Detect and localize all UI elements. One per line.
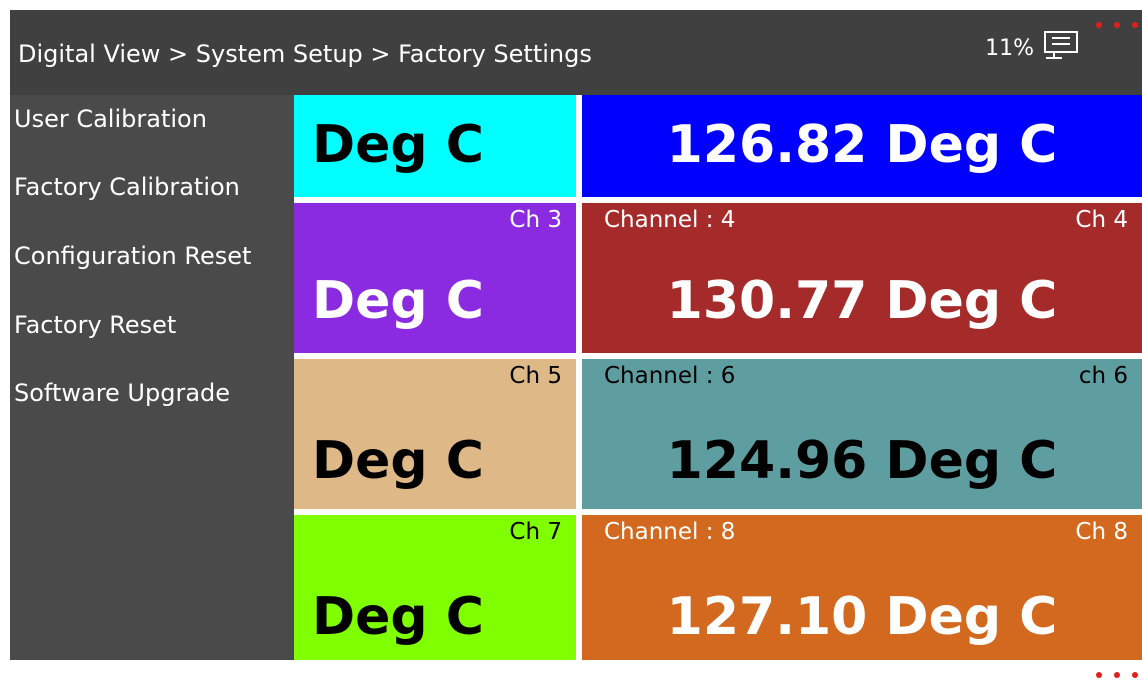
status-area: 11% xyxy=(985,30,1080,66)
channel-tile-7[interactable]: Ch 7 Deg C xyxy=(294,515,576,660)
overflow-menu-icon[interactable] xyxy=(1082,14,1142,34)
channel-label: Channel : 4 xyxy=(604,207,736,233)
monitor-network-icon[interactable] xyxy=(1042,30,1080,66)
channel-tile-2[interactable]: 126.82 Deg C xyxy=(582,95,1142,197)
channel-tile-1[interactable]: Deg C xyxy=(294,95,576,197)
channel-value: 127.10 Deg C xyxy=(666,587,1058,647)
sidebar-item-configuration-reset[interactable]: Configuration Reset xyxy=(14,242,251,270)
sidebar-item-factory-reset[interactable]: Factory Reset xyxy=(14,311,176,339)
channel-tile-3[interactable]: Ch 3 Deg C xyxy=(294,203,576,353)
sidebar: User Calibration Factory Calibration Con… xyxy=(10,95,293,660)
channel-tile-5[interactable]: Ch 5 Deg C xyxy=(294,359,576,509)
channel-grid: Deg C 126.82 Deg C Ch 3 Deg C Channel : … xyxy=(294,95,1142,660)
channel-tile-6[interactable]: Channel : 6 ch 6 124.96 Deg C xyxy=(582,359,1142,509)
channel-value: 130.77 Deg C xyxy=(666,271,1058,331)
channel-tag: Ch 8 xyxy=(1075,519,1128,545)
channel-value: Deg C xyxy=(312,271,484,331)
sidebar-item-user-calibration[interactable]: User Calibration xyxy=(14,105,207,133)
channel-tile-4[interactable]: Channel : 4 Ch 4 130.77 Deg C xyxy=(582,203,1142,353)
sidebar-item-factory-calibration[interactable]: Factory Calibration xyxy=(14,173,240,201)
screen: Digital View > System Setup > Factory Se… xyxy=(10,10,1142,660)
overflow-menu-icon-bottom[interactable] xyxy=(1096,664,1138,678)
channel-label: Channel : 8 xyxy=(604,519,736,545)
channel-tag: Ch 5 xyxy=(509,363,562,389)
channel-tile-8[interactable]: Channel : 8 Ch 8 127.10 Deg C xyxy=(582,515,1142,660)
channel-tag: Ch 7 xyxy=(509,519,562,545)
channel-tag: Ch 4 xyxy=(1075,207,1128,233)
channel-tag: Ch 3 xyxy=(509,207,562,233)
top-bar: Digital View > System Setup > Factory Se… xyxy=(10,10,1142,95)
channel-value: 126.82 Deg C xyxy=(666,115,1058,175)
channel-value: Deg C xyxy=(312,115,484,175)
channel-value: Deg C xyxy=(312,431,484,491)
channel-value: 124.96 Deg C xyxy=(666,431,1058,491)
sidebar-item-software-upgrade[interactable]: Software Upgrade xyxy=(14,379,230,407)
channel-label: Channel : 6 xyxy=(604,363,736,389)
breadcrumb[interactable]: Digital View > System Setup > Factory Se… xyxy=(18,40,592,68)
battery-percentage: 11% xyxy=(985,35,1034,61)
channel-value: Deg C xyxy=(312,587,484,647)
channel-tag: ch 6 xyxy=(1078,363,1128,389)
